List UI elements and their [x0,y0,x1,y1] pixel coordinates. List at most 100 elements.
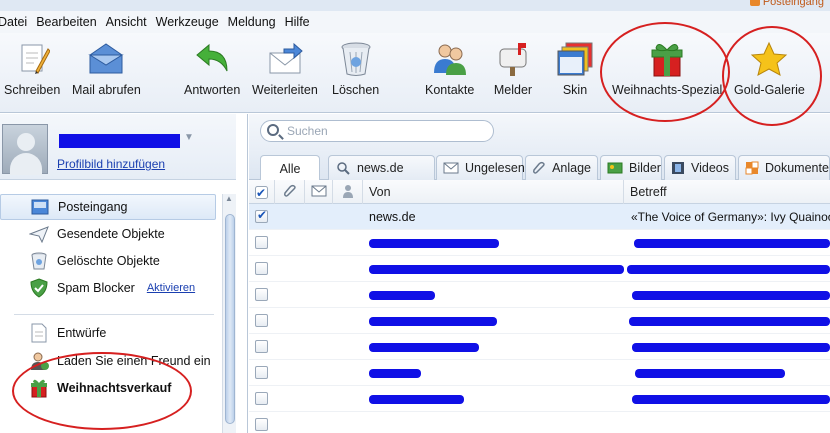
message-checkbox[interactable] [255,288,268,301]
message-checkbox[interactable] [255,314,268,327]
message-row[interactable] [249,308,830,334]
profile-area: ▼ Profilbild hinzufügen [0,114,236,180]
redacted-subject [632,291,830,300]
redacted-sender [369,317,497,326]
forward-icon [265,39,305,79]
add-profile-picture-link[interactable]: Profilbild hinzufügen [57,157,165,171]
trash-icon [336,39,376,79]
redacted-sender [369,291,435,300]
redacted-subject [627,265,830,274]
invite-person-icon [28,351,50,371]
avatar[interactable] [2,124,48,175]
folder-inbox[interactable]: Posteingang [0,194,216,220]
message-row[interactable] [249,412,830,433]
menu-bearbeiten[interactable]: Bearbeiten [36,15,96,29]
search-icon [335,161,351,175]
delete-button[interactable]: Löschen [332,39,379,97]
filter-tabs: Alle news.de Ungelesen Anlage Bilder Vid… [249,150,830,181]
envelope-icon [86,39,126,79]
message-checkbox[interactable] [255,236,268,249]
tab-documents[interactable]: Dokumente [738,155,830,180]
svg-text:✔: ✔ [256,186,266,199]
redacted-subject [632,343,830,352]
message-checkbox[interactable] [255,340,268,353]
message-row[interactable] [249,256,830,282]
message-checkbox[interactable] [255,208,268,223]
envelope-icon [311,185,327,200]
notifier-button[interactable]: Melder [493,39,533,97]
draft-document-icon [28,323,50,343]
message-pane: Suchen Alle news.de Ungelesen Anlage Bil… [249,114,830,433]
menu-ansicht[interactable]: Ansicht [106,15,147,29]
fetch-mail-button[interactable]: Mail abrufen [72,39,141,97]
message-row[interactable] [249,334,830,360]
message-checkbox[interactable] [255,418,268,431]
folder-scrollbar[interactable]: ▲ [222,194,236,433]
menu-werkzeuge[interactable]: Werkzeuge [156,15,219,29]
gold-gallery-button[interactable]: Gold-Galerie [734,39,805,97]
scroll-up-icon[interactable]: ▲ [225,194,233,203]
redacted-sender [369,369,421,378]
forward-button[interactable]: Weiterleiten [252,39,318,97]
redacted-sender [369,395,464,404]
message-row[interactable] [249,230,830,256]
christmas-special-button[interactable]: Weihnachts-Spezial [612,39,722,97]
redacted-sender [369,265,624,274]
contact-column-header[interactable] [333,180,363,204]
redacted-sender [369,343,479,352]
title-bar: Posteingang [0,0,830,11]
paperclip-icon [532,161,546,175]
subject-column-header[interactable]: Betreff [624,180,830,204]
reply-button[interactable]: Antworten [184,39,240,97]
search-icon [267,124,279,136]
star-icon [749,39,789,79]
tab-images[interactable]: Bilder [600,155,662,180]
menu-bar: Datei Bearbeiten Ansicht Werkzeuge Meldu… [0,11,830,33]
document-icon [745,161,759,175]
read-status-column-header[interactable] [305,180,333,204]
message-checkbox[interactable] [255,262,268,275]
window-title: Posteingang [749,0,824,8]
contacts-button[interactable]: Kontakte [425,39,474,97]
chevron-down-icon[interactable]: ▼ [184,132,194,143]
scroll-thumb[interactable] [225,214,235,424]
activate-spam-link[interactable]: Aktivieren [147,282,195,294]
message-row[interactable] [249,386,830,412]
toolbar: Schreiben Mail abrufen Antworten Weiterl… [0,33,830,113]
menu-datei[interactable]: Datei [0,15,27,29]
menu-meldung[interactable]: Meldung [228,15,276,29]
inbox-tray-icon [29,197,51,217]
menu-hilfe[interactable]: Hilfe [285,15,310,29]
attachment-column-header[interactable] [275,180,305,204]
message-checkbox[interactable] [255,392,268,405]
message-row[interactable] [249,360,830,386]
folder-drafts[interactable]: Entwürfe [0,320,216,346]
tab-videos[interactable]: Videos [664,155,736,180]
mailbox-icon [493,39,533,79]
from-column-header[interactable]: Von [363,180,624,204]
christmas-sale-item[interactable]: Weihnachtsverkauf [0,375,216,401]
message-row[interactable]: news.de «The Voice of Germany»: Ivy Quai… [249,204,830,230]
folder-sent[interactable]: Gesendete Objekte [0,221,216,247]
compose-icon [12,39,52,79]
folder-deleted[interactable]: Gelöschte Objekte [0,248,216,274]
redacted-subject [635,369,785,378]
tab-newsde[interactable]: news.de [328,155,435,180]
message-row[interactable] [249,282,830,308]
paper-plane-icon [28,224,50,244]
skin-palette-icon [555,39,595,79]
tab-all[interactable]: Alle [260,155,320,181]
paperclip-icon [283,184,297,201]
tab-unread[interactable]: Ungelesen [436,155,525,180]
invite-friend-item[interactable]: Laden Sie einen Freund ein [0,348,216,374]
compose-button[interactable]: Schreiben [4,39,60,97]
folder-spam[interactable]: Spam Blocker Aktivieren [0,275,216,301]
select-all-checkbox[interactable]: ✔ [249,180,275,204]
message-checkbox[interactable] [255,366,268,379]
person-icon [342,184,354,201]
skin-button[interactable]: Skin [555,39,595,97]
mail-client-window: Posteingang Datei Bearbeiten Ansicht Wer… [0,0,830,433]
reply-arrow-icon [192,39,232,79]
tab-attachment[interactable]: Anlage [525,155,598,180]
search-input[interactable]: Suchen [260,120,494,142]
